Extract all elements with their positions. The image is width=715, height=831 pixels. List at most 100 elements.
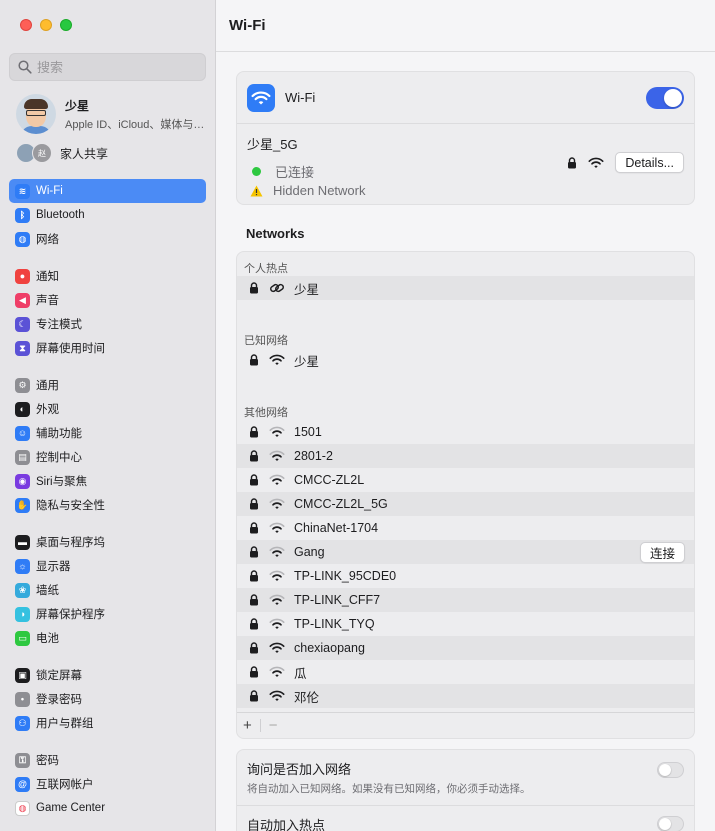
network-row[interactable]: TP-LINK_CFF7 xyxy=(237,588,694,612)
lock-icon xyxy=(250,474,258,486)
dock-icon: ▬ xyxy=(15,534,30,550)
sidebar-item-appearance[interactable]: ◐ 外观 xyxy=(9,397,206,421)
apple-id-profile[interactable]: 少星 Apple ID、iCloud、媒体与 App Store xyxy=(16,94,205,134)
network-name: CMCC-ZL2L_5G xyxy=(294,497,388,511)
wifi-signal-icon xyxy=(269,522,285,533)
page-title: Wi-Fi xyxy=(229,17,266,34)
sidebar-item-control-center[interactable]: ▤ 控制中心 xyxy=(9,445,206,469)
moon-icon: ☾ xyxy=(15,316,30,332)
sidebar-item-game-center[interactable]: ◍ Game Center xyxy=(9,796,206,820)
sidebar-item-speaker[interactable]: ◀ 声音 xyxy=(9,288,206,312)
sidebar-item-key[interactable]: ⚿ 密码 xyxy=(9,748,206,772)
search-input[interactable] xyxy=(37,59,197,75)
network-name: 瓜 xyxy=(294,666,307,681)
family-sharing[interactable]: 赵 家人共享 xyxy=(16,143,108,163)
wifi-toggle[interactable] xyxy=(646,86,684,109)
sidebar-item-label: 屏幕保护程序 xyxy=(36,609,105,621)
sidebar-item-label: 互联网帐户 xyxy=(36,779,94,791)
sidebar-item-label: 网络 xyxy=(36,234,59,246)
network-row[interactable]: CMCC-ZL2L xyxy=(237,468,694,492)
sidebar-item-wallpaper[interactable]: ❀ 墙纸 xyxy=(9,578,206,602)
network-name: TP-LINK_95CDE0 xyxy=(294,569,397,583)
gear-icon: ⚙ xyxy=(15,377,30,393)
sidebar-item-users[interactable]: ⚇ 用户与群组 xyxy=(9,711,206,735)
sidebar-item-gear[interactable]: ⚙ 通用 xyxy=(9,373,206,397)
minimize-window-button[interactable] xyxy=(40,19,52,31)
sidebar-item-hourglass[interactable]: ⧗ 屏幕使用时间 xyxy=(9,336,206,360)
lock-icon xyxy=(250,618,258,630)
network-row[interactable]: chexiaopang xyxy=(237,636,694,660)
sidebar-item-at[interactable]: @ 互联网帐户 xyxy=(9,772,206,796)
sidebar-item-label: 锁定屏幕 xyxy=(36,670,82,682)
siri-icon: ◉ xyxy=(15,473,30,489)
add-network-button[interactable]: + xyxy=(243,717,252,734)
search-field[interactable] xyxy=(9,53,206,81)
ask-join-toggle[interactable] xyxy=(657,762,684,778)
wifi-card: Wi-Fi 少星_5G 已连接 Hidden Network Details..… xyxy=(236,71,695,205)
wifi-signal-icon xyxy=(269,474,285,485)
network-name: chexiaopang xyxy=(294,641,365,655)
network-row[interactable]: TP-LINK_TYQ xyxy=(237,612,694,636)
network-row[interactable]: Gang 连接 xyxy=(237,540,694,564)
lock-icon xyxy=(250,354,258,366)
sidebar: 少星 Apple ID、iCloud、媒体与 App Store 赵 家人共享 … xyxy=(0,0,216,831)
network-row[interactable]: 瓜 xyxy=(237,660,694,684)
hotspot-group-label: 个人热点 xyxy=(244,263,288,275)
sidebar-item-label: 密码 xyxy=(36,755,59,767)
network-row[interactable]: 少星 xyxy=(237,348,694,372)
lock-icon xyxy=(250,594,258,606)
key-icon: ⚿ xyxy=(15,752,30,768)
connect-button[interactable]: 连接 xyxy=(639,541,685,563)
sidebar-item-display[interactable]: ☼ 显示器 xyxy=(9,554,206,578)
sidebar-item-moon[interactable]: ☾ 专注模式 xyxy=(9,312,206,336)
details-button[interactable]: Details... xyxy=(615,152,684,173)
network-name: CMCC-ZL2L xyxy=(294,473,365,487)
wifi-signal-icon xyxy=(269,618,285,629)
remove-network-button[interactable]: − xyxy=(269,717,278,734)
control-center-icon: ▤ xyxy=(15,449,30,465)
connected-dot-icon xyxy=(252,167,261,176)
network-row[interactable]: TP-LINK_95CDE0 xyxy=(237,564,694,588)
sidebar-item-label: 用户与群组 xyxy=(36,718,94,730)
network-row[interactable]: CMCC-ZL2L_5G xyxy=(237,492,694,516)
other-group-label: 其他网络 xyxy=(244,407,288,419)
profile-name: 少星 xyxy=(65,98,90,113)
maximize-window-button[interactable] xyxy=(60,19,72,31)
network-row[interactable]: 2801-2 xyxy=(237,444,694,468)
sidebar-item-label: 隐私与安全性 xyxy=(36,500,105,512)
network-name: TP-LINK_TYQ xyxy=(294,617,375,631)
auto-hotspot-toggle[interactable] xyxy=(657,816,684,831)
sidebar-item-screensaver[interactable]: ◑ 屏幕保护程序 xyxy=(9,602,206,626)
wifi-signal-icon xyxy=(269,642,285,653)
network-row[interactable]: 1501 xyxy=(237,420,694,444)
sidebar-item-label: Siri与聚焦 xyxy=(36,476,88,488)
network-name: 少星 xyxy=(294,282,320,297)
bell-icon: ● xyxy=(15,268,30,284)
sidebar-item-dock[interactable]: ▬ 桌面与程序坞 xyxy=(9,530,206,554)
network-name: 2801-2 xyxy=(294,449,333,463)
network-name: TP-LINK_CFF7 xyxy=(294,593,381,607)
current-network-name: 少星_5G xyxy=(247,137,298,152)
sidebar-item-hand[interactable]: ✋ 隐私与安全性 xyxy=(9,493,206,517)
network-name: 邓伦 xyxy=(294,690,320,705)
connection-status-text: 已连接 xyxy=(275,165,315,180)
sidebar-item-wifi[interactable]: ≋ Wi-Fi xyxy=(9,179,206,203)
network-row[interactable]: ChinaNet-1704 xyxy=(237,516,694,540)
profile-subtitle: Apple ID、iCloud、媒体与 App Store xyxy=(65,118,205,131)
sidebar-item-password[interactable]: • 登录密码 xyxy=(9,687,206,711)
close-window-button[interactable] xyxy=(20,19,32,31)
sidebar-item-lock-screen[interactable]: ▣ 锁定屏幕 xyxy=(9,663,206,687)
sidebar-item-accessibility[interactable]: ☺ 辅助功能 xyxy=(9,421,206,445)
network-row[interactable]: 邓伦 xyxy=(237,684,694,708)
wifi-signal-icon xyxy=(269,498,285,509)
sidebar-item-bell[interactable]: ● 通知 xyxy=(9,264,206,288)
main-pane: Wi-Fi Wi-Fi 少星_5G 已连接 Hidden Network Det… xyxy=(216,0,715,831)
sidebar-item-battery[interactable]: ▭ 电池 xyxy=(9,626,206,650)
network-row[interactable]: 少星 xyxy=(237,276,694,300)
wifi-icon: ≋ xyxy=(15,183,30,199)
sidebar-item-globe[interactable]: ◍ 网络 xyxy=(9,227,206,251)
sidebar-item-bluetooth[interactable]: ᛒ Bluetooth xyxy=(9,203,206,227)
ask-join-row: 询问是否加入网络 将自动加入已知网络。如果没有已知网络，你必须手动选择。 xyxy=(237,750,694,806)
sidebar-item-siri[interactable]: ◉ Siri与聚焦 xyxy=(9,469,206,493)
auto-hotspot-row: 自动加入热点 xyxy=(237,806,694,831)
